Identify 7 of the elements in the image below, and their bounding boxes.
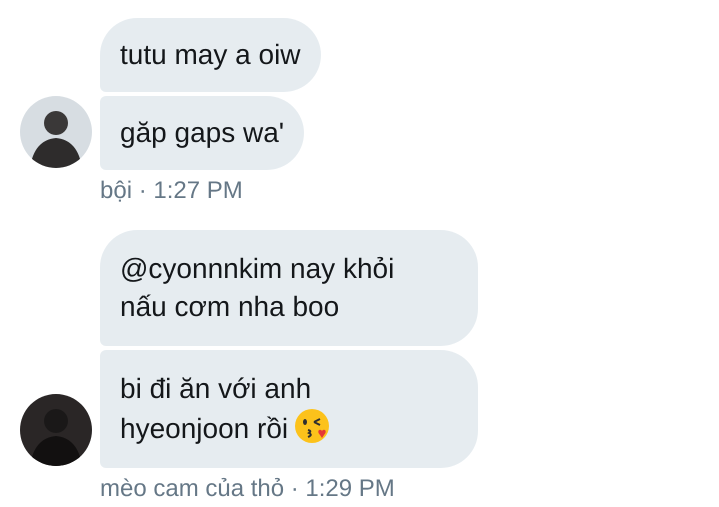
message-bubble: tutu may a oiw bbox=[100, 18, 321, 92]
kissing-face-icon bbox=[294, 408, 330, 444]
message-meta: mèo cam của thỏ · 1:29 PM bbox=[100, 474, 396, 504]
message-bubble: găp gaps wa' bbox=[100, 96, 304, 170]
message-meta: bội · 1:27 PM bbox=[100, 176, 244, 206]
message-bubble: @cyonnnkim nay khỏi nấu cơm nha boo bbox=[100, 230, 478, 346]
message-bubble: bi đi ăn với anh hyeonjoon rồi bbox=[100, 350, 478, 468]
